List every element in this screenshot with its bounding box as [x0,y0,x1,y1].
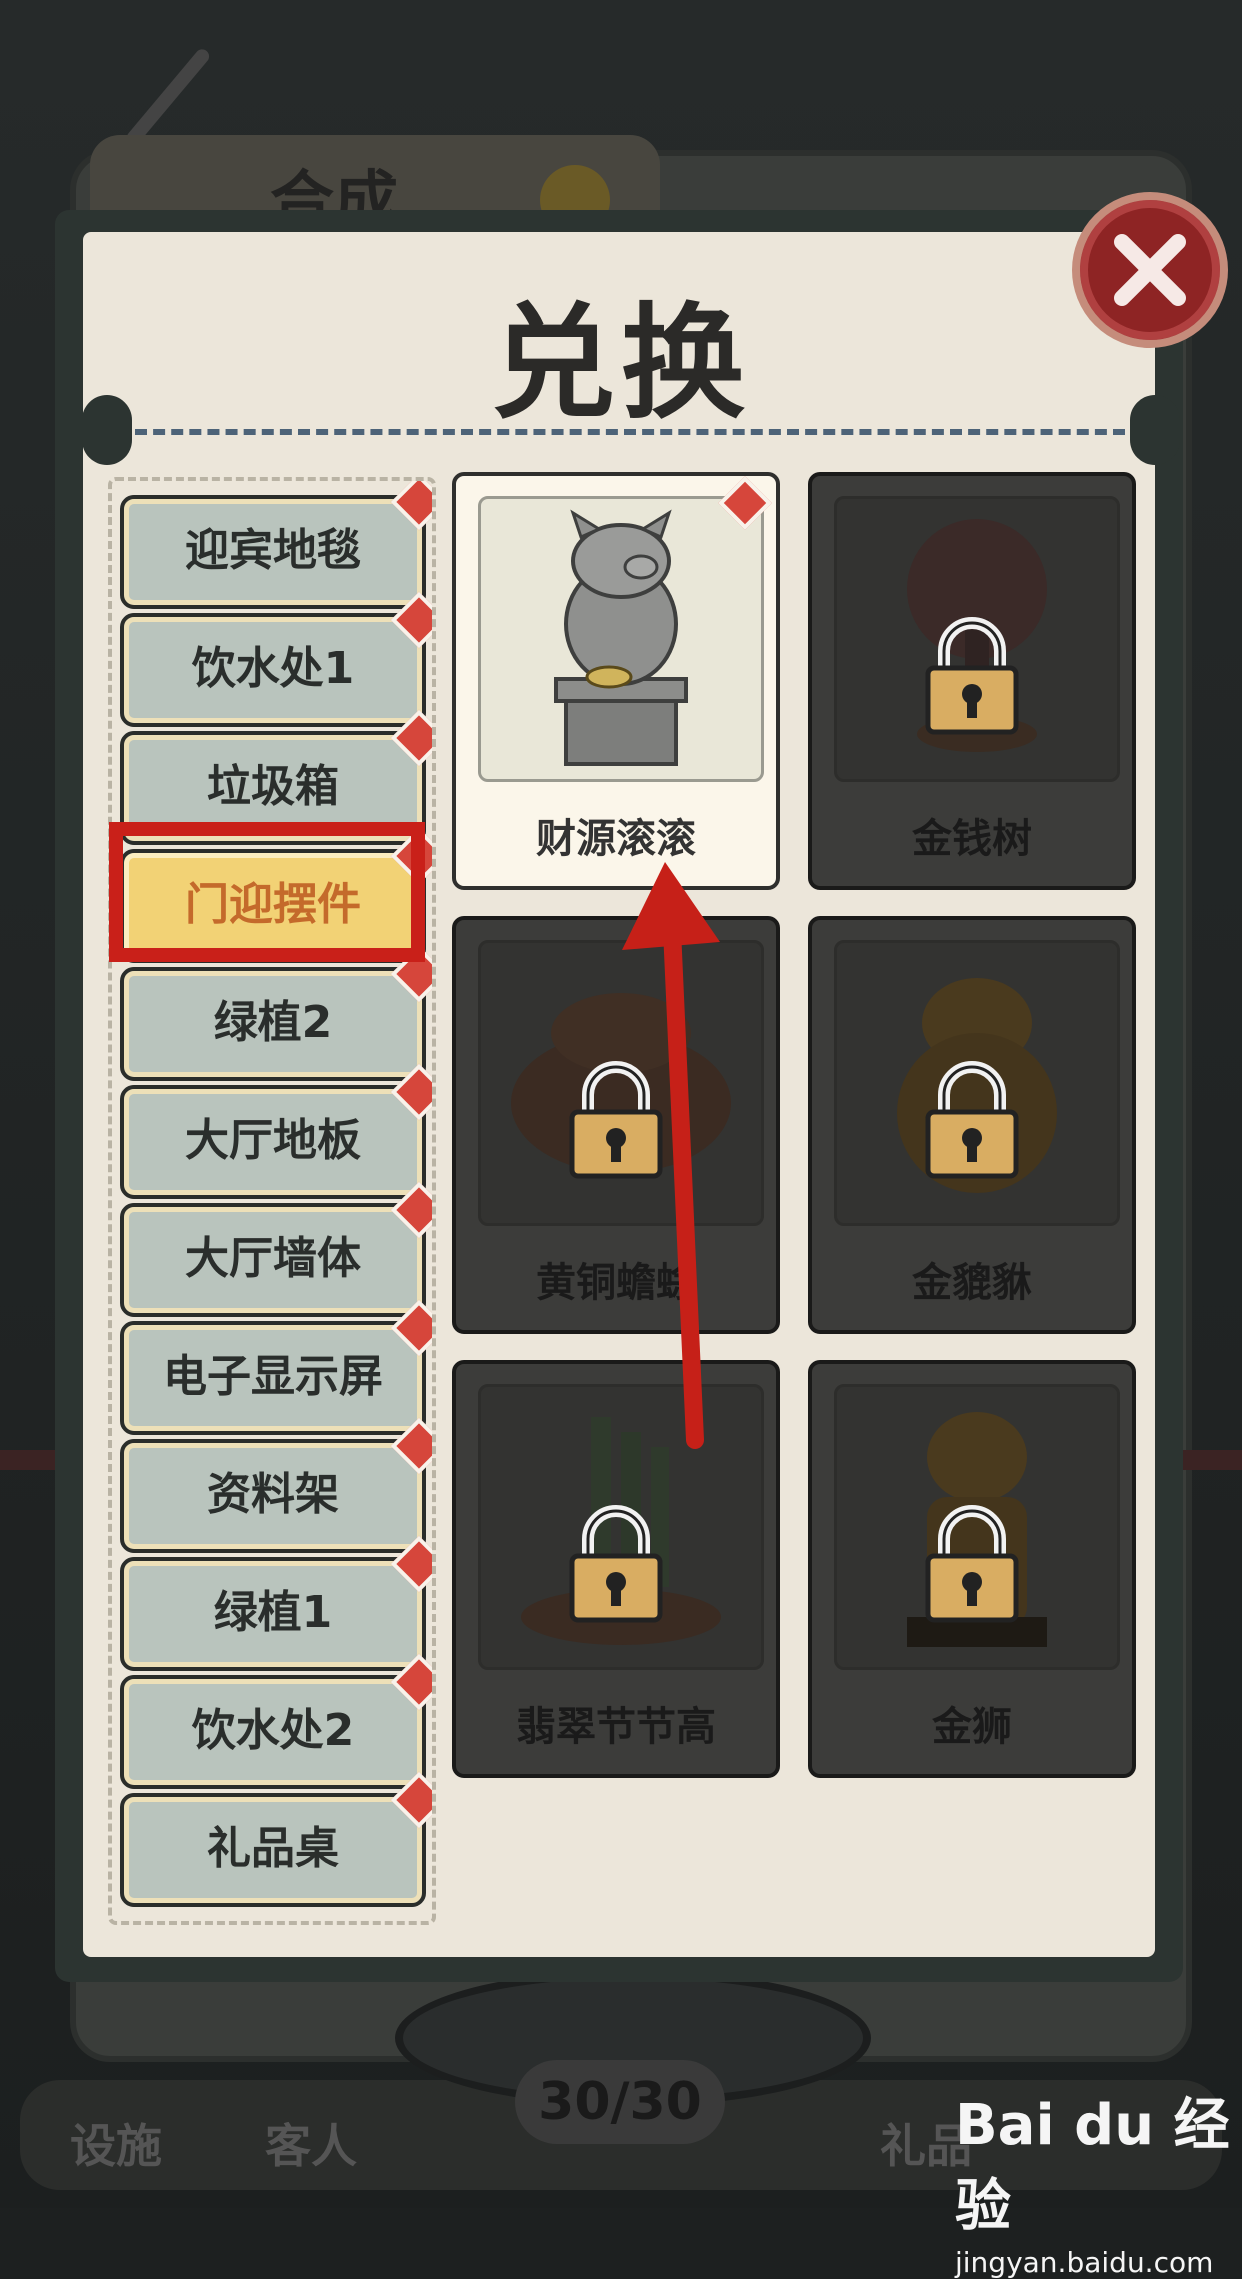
baidu-watermark: Bai du 经验 jingyan.baidu.com [955,2080,1242,2279]
watermark-logo: Bai du 经验 [955,2093,1230,2239]
tutorial-arrow-icon [622,862,720,1449]
watermark-url: jingyan.baidu.com [955,2246,1214,2279]
